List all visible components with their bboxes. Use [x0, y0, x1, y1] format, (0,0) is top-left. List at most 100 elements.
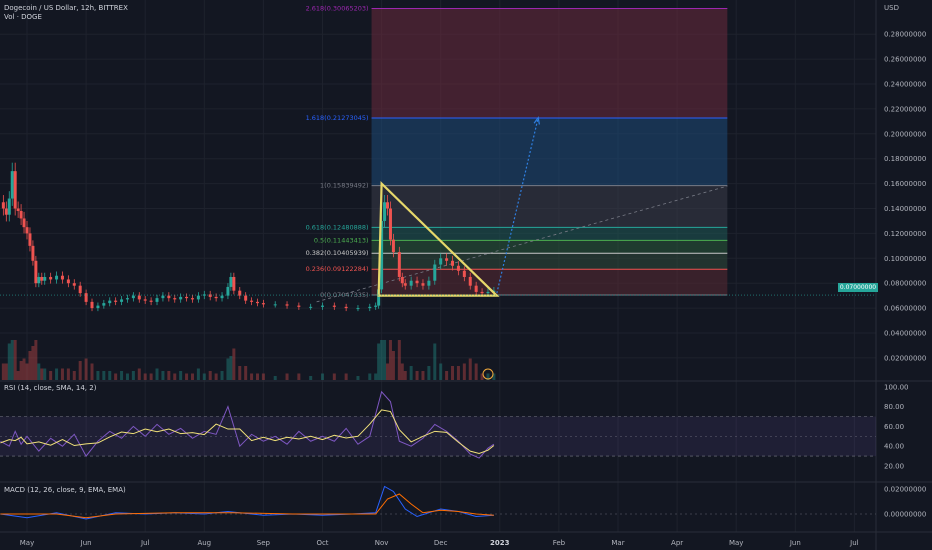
candle-body-73 — [409, 280, 413, 286]
volume-bar-67 — [386, 363, 390, 380]
candle-body-3 — [7, 198, 11, 215]
volume-bar-45 — [220, 371, 224, 380]
volume-bar-34 — [155, 368, 159, 380]
candle-body-5 — [13, 171, 17, 209]
volume-bar-42 — [202, 373, 206, 380]
chart-canvas[interactable]: 2.618(0.30065203) 1.618(0.21273045) 1(0.15… — [0, 0, 932, 550]
candle-body-25 — [102, 303, 106, 306]
price-tick-8: 0.12000000 — [884, 230, 926, 238]
chart-root: 2.618(0.30065203) 1.618(0.21273045) 1(0.15… — [0, 0, 932, 550]
volume-bar-6 — [16, 371, 20, 380]
candle-body-81 — [456, 265, 460, 271]
time-tick-3: Aug — [197, 539, 211, 547]
volume-bar-49 — [238, 366, 242, 380]
candle-body-85 — [480, 291, 484, 294]
candle-body-33 — [149, 300, 153, 302]
candle-body-86 — [486, 291, 490, 294]
candle-body-13 — [37, 276, 41, 284]
candle-body-52 — [255, 301, 259, 304]
candle-body-41 — [196, 295, 200, 300]
volume-bar-40 — [190, 373, 194, 380]
candle-body-15 — [43, 276, 47, 281]
volume-bar-33 — [149, 373, 153, 380]
candle-body-59 — [332, 305, 336, 307]
volume-bar-43 — [208, 371, 212, 380]
volume-bar-59 — [332, 373, 336, 380]
fib-zone-4 — [371, 240, 728, 254]
price-tick-0: 0.28000000 — [884, 31, 926, 39]
volume-bar-68 — [388, 340, 392, 380]
volume-bar-13 — [37, 363, 41, 380]
volume-bar-50 — [244, 366, 248, 380]
volume-bar-78 — [439, 363, 443, 380]
volume-bar-27 — [114, 373, 118, 380]
candle-body-47 — [229, 276, 233, 287]
volume-bar-22 — [84, 358, 88, 380]
candle-body-77 — [433, 264, 437, 281]
volume-label[interactable]: Vol · DOGE — [4, 13, 42, 21]
candle-body-21 — [78, 285, 82, 294]
candle-body-34 — [155, 298, 159, 302]
time-tick-14: Jul — [849, 539, 859, 547]
volume-bar-71 — [400, 363, 404, 380]
price-tick-13: 0.02000000 — [884, 354, 926, 362]
candle-body-40 — [190, 298, 194, 300]
candle-body-26 — [108, 300, 112, 304]
volume-bar-44 — [214, 373, 218, 380]
price-tick-7: 0.14000000 — [884, 205, 926, 213]
volume-bar-25 — [102, 371, 106, 380]
volume-bar-7 — [19, 361, 23, 380]
volume-bar-36 — [167, 371, 171, 380]
candle-body-84 — [474, 285, 478, 292]
volume-bar-76 — [427, 366, 431, 380]
candle-body-23 — [90, 301, 94, 309]
candle-body-2 — [4, 208, 8, 215]
volume-bar-63 — [374, 373, 378, 380]
candle-body-46 — [226, 286, 230, 296]
candle-body-69 — [391, 239, 395, 253]
candle-body-71 — [400, 276, 404, 284]
candle-body-50 — [244, 295, 248, 301]
volume-bar-35 — [161, 371, 165, 380]
candle-body-18 — [60, 275, 64, 280]
volume-bar-8 — [22, 358, 26, 380]
candle-body-82 — [462, 270, 466, 277]
rsi-tick-4: 20.00 — [884, 463, 904, 471]
price-tick-6: 0.16000000 — [884, 180, 926, 188]
fib-label-0: 2.618(0.30065203) — [306, 4, 369, 12]
time-tick-6: Nov — [375, 539, 389, 547]
macd-tick-1: 0.00000000 — [884, 511, 926, 519]
volume-bar-3 — [7, 343, 11, 380]
rsi-tick-2: 60.00 — [884, 423, 904, 431]
volume-bar-60 — [344, 373, 348, 380]
volume-bar-9 — [25, 363, 29, 380]
price-tick-1: 0.26000000 — [884, 56, 926, 64]
time-tick-10: Mar — [611, 539, 624, 547]
time-tick-13: Jun — [789, 539, 801, 547]
volume-bar-48 — [232, 348, 236, 380]
rsi-label[interactable]: RSI (14, close, SMA, 14, 2) — [4, 384, 96, 392]
volume-bar-51 — [250, 373, 254, 380]
candle-body-53 — [261, 303, 265, 305]
fib-zone-5 — [371, 253, 728, 270]
price-tick-12: 0.04000000 — [884, 330, 926, 338]
candle-body-36 — [167, 295, 171, 299]
candle-body-78 — [439, 258, 443, 265]
volume-bar-80 — [451, 366, 455, 380]
volume-bar-62 — [368, 373, 372, 380]
candle-body-12 — [34, 260, 38, 284]
fib-label-3: 0.618(0.12480888) — [306, 223, 369, 231]
symbol-title[interactable]: Dogecoin / US Dollar, 12h, BITTREX — [4, 4, 128, 12]
fib-zone-2 — [371, 185, 728, 228]
volume-bar-5 — [13, 340, 17, 380]
fib-zone-1 — [371, 117, 728, 186]
volume-bar-70 — [397, 340, 401, 380]
volume-bar-46 — [226, 358, 230, 380]
candle-body-28 — [120, 299, 124, 302]
candle-body-72 — [403, 283, 407, 286]
macd-label[interactable]: MACD (12, 26, close, 9, EMA, EMA) — [4, 486, 126, 494]
volume-bar-2 — [4, 363, 8, 380]
volume-bar-20 — [72, 371, 76, 380]
candle-body-80 — [451, 260, 455, 266]
price-badge: 0.07000000 — [838, 283, 878, 292]
